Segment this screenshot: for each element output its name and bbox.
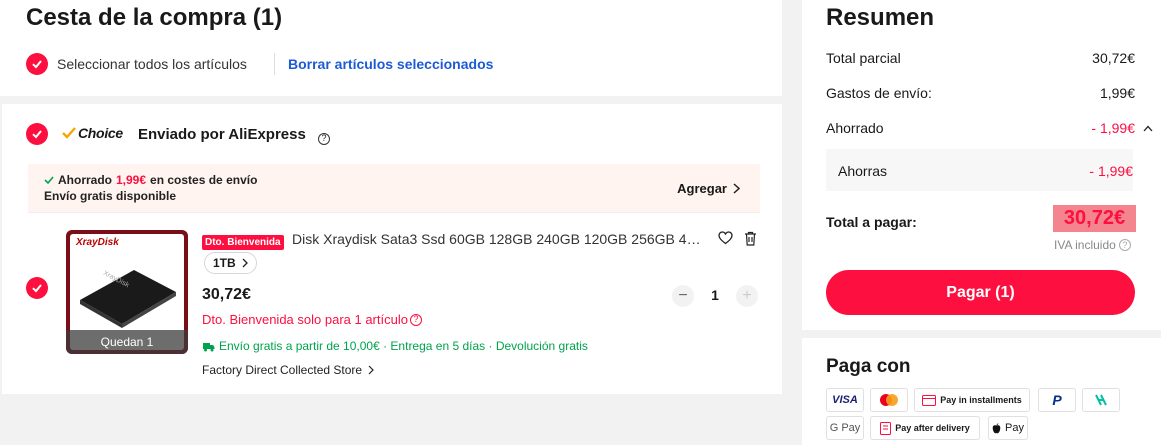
delete-selected-link[interactable]: Borrar artículos seleccionados: [288, 56, 493, 72]
total-value: 30,72€: [1053, 205, 1136, 232]
item-checkbox[interactable]: [26, 277, 48, 299]
select-all-checkbox[interactable]: [26, 53, 48, 75]
paypal-logo: P: [1038, 388, 1076, 412]
shipping-label: Gastos de envío:: [826, 85, 932, 101]
savings-label: Ahorras: [838, 163, 888, 179]
installments-logo: Pay in installments: [914, 388, 1030, 412]
help-icon[interactable]: ?: [318, 128, 330, 146]
saved-amount: 1,99€: [116, 173, 147, 187]
subtotal-value: 30,72€: [1092, 50, 1135, 66]
trash-icon[interactable]: [744, 231, 757, 251]
quantity-value[interactable]: 1: [708, 287, 722, 303]
mastercard-logo: [870, 388, 908, 412]
check-icon: [32, 284, 42, 293]
add-label: Agregar: [677, 181, 727, 196]
store-name: Factory Direct Collected Store: [202, 363, 363, 377]
saved-shipping-line: Ahorrado 1,99€ en costes de envío: [44, 173, 257, 187]
store-checkbox[interactable]: [26, 123, 48, 145]
subtotal-row: Total parcial 30,72€: [826, 50, 1135, 66]
shipping-info-text: Envío gratis a partir de 10,00€ · Entreg…: [219, 339, 588, 353]
saved-suffix: en costes de envío: [150, 173, 258, 187]
cart-title: Cesta de la compra (1): [26, 4, 283, 31]
product-image[interactable]: XrayDisk XrayDisk Quedan 1: [66, 230, 188, 354]
item-price: 30,72€: [202, 286, 251, 303]
savings-value: - 1,99€: [1089, 163, 1133, 179]
green-check-icon: [44, 176, 54, 185]
ssd-illustration: [80, 270, 176, 328]
saved-row[interactable]: Ahorrado - 1,99€: [826, 120, 1153, 136]
variant-selector[interactable]: 1TB: [204, 252, 257, 274]
divider: [28, 212, 760, 213]
vat-note-text: IVA incluido: [1054, 238, 1116, 252]
pay-after-delivery-logo: Pay after delivery: [870, 416, 980, 440]
payment-methods-panel: Paga con VISA Pay in installments P G Pa…: [802, 338, 1161, 445]
vat-help-icon[interactable]: ?: [1118, 239, 1131, 251]
stock-left-label: Quedan 1: [66, 330, 188, 354]
installments-text: Pay in installments: [940, 395, 1022, 405]
check-icon: [32, 60, 42, 69]
free-shipping-text: Envío gratis disponible: [44, 189, 177, 203]
promo-line: Dto. Bienvenida solo para 1 artículo ?: [202, 312, 422, 327]
add-more-link[interactable]: Agregar: [677, 181, 740, 196]
image-brand-text: XrayDisk: [76, 237, 119, 248]
check-icon: [32, 130, 42, 139]
shipping-row: Gastos de envío: 1,99€: [826, 85, 1135, 101]
chevron-right-icon: [368, 365, 374, 375]
visa-logo: VISA: [826, 388, 864, 412]
receipt-icon: [880, 421, 892, 435]
pay-with-title: Paga con: [826, 356, 911, 377]
truck-icon: [203, 342, 215, 351]
promo-help-icon[interactable]: ?: [409, 313, 422, 326]
klarna-logo: [1082, 388, 1120, 412]
savings-row: Ahorras - 1,99€: [838, 163, 1133, 179]
select-all-label[interactable]: Seleccionar todos los artículos: [57, 56, 247, 72]
vat-note: IVA incluido ?: [1054, 238, 1131, 252]
saved-prefix: Ahorrado: [58, 173, 112, 187]
increase-quantity-button[interactable]: +: [736, 285, 758, 307]
cart-store-panel: Choice Enviado por AliExpress ? Ahorrado…: [2, 104, 782, 394]
pay-button[interactable]: Pagar (1): [826, 270, 1135, 315]
apple-pay-logo: Pay: [988, 416, 1028, 440]
chevron-right-icon: [242, 258, 248, 268]
product-title[interactable]: Disk Xraydisk Sata3 Ssd 60GB 128GB 240GB…: [292, 231, 704, 247]
shipping-value: 1,99€: [1099, 85, 1135, 101]
summary-title: Resumen: [826, 4, 935, 31]
shipped-by-label: Enviado por AliExpress: [138, 126, 306, 143]
wishlist-icon[interactable]: [718, 231, 733, 250]
card-icon: [922, 394, 937, 406]
choice-label: Choice: [78, 125, 123, 141]
choice-check-icon: [62, 127, 76, 139]
google-pay-logo: G Pay: [826, 416, 864, 440]
pay-after-delivery-text: Pay after delivery: [895, 423, 970, 433]
shipping-info-line: Envío gratis a partir de 10,00€ · Entreg…: [202, 339, 588, 353]
saved-label: Ahorrado: [826, 120, 884, 136]
total-label: Total a pagar:: [826, 214, 917, 230]
subtotal-label: Total parcial: [826, 50, 901, 66]
cart-header-panel: Cesta de la compra (1) Seleccionar todos…: [0, 0, 782, 96]
order-summary-panel: Resumen Total parcial 30,72€ Gastos de e…: [802, 0, 1161, 330]
saved-value: - 1,99€: [1091, 120, 1135, 136]
store-link[interactable]: Factory Direct Collected Store: [202, 363, 374, 377]
welcome-discount-badge: Dto. Bienvenida: [202, 232, 284, 250]
choice-logo: Choice: [62, 125, 123, 141]
decrease-quantity-button[interactable]: −: [672, 285, 694, 307]
promo-text: Dto. Bienvenida solo para 1 artículo: [202, 312, 408, 327]
variant-label: 1TB: [213, 256, 236, 270]
chevron-up-icon[interactable]: [1143, 125, 1153, 132]
divider: [274, 53, 275, 75]
free-shipping-banner: Ahorrado 1,99€ en costes de envío Envío …: [28, 164, 760, 212]
apple-pay-text: Pay: [1005, 422, 1024, 434]
apple-icon: [992, 422, 1001, 433]
chevron-right-icon: [733, 183, 740, 194]
